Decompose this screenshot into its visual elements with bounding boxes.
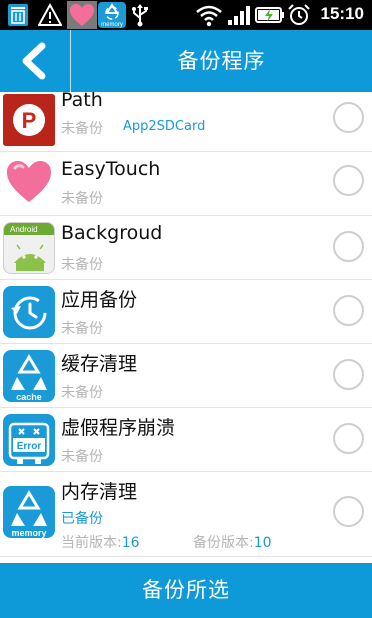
alarm-icon: [288, 4, 310, 25]
current-version-value: 16: [121, 535, 140, 551]
clock-time: 15:10: [320, 4, 364, 23]
app-name: 内存清理: [61, 481, 138, 503]
error-icon-label: Error: [17, 441, 42, 452]
list-item[interactable]: cache 缓存清理 未备份: [0, 344, 372, 408]
heart-icon: [3, 156, 55, 208]
select-radio[interactable]: [333, 231, 364, 262]
app-name: Backgroud: [61, 222, 163, 244]
history-clock-icon: [3, 286, 55, 338]
list-item[interactable]: Error 虚假程序崩溃 未备份: [0, 408, 372, 472]
backup-status: 未备份: [61, 385, 103, 401]
backup-version-value: 10: [253, 535, 272, 551]
list-item[interactable]: 应用备份 未备份: [0, 280, 372, 344]
android-icon-label: Android: [10, 225, 38, 234]
memory-icon-label: memory: [11, 528, 46, 538]
list-item[interactable]: memory 内存清理 已备份 当前版本:16 备份版本:10: [0, 472, 372, 557]
trash-icon: [8, 4, 28, 26]
app-name: Path: [61, 92, 103, 111]
page-title: 备份程序: [177, 49, 266, 73]
path-app-icon: P: [3, 94, 55, 146]
status-bar: memory 15:10: [0, 0, 372, 30]
cache-icon-label: cache: [16, 392, 42, 402]
wifi-icon: [196, 5, 222, 27]
signal-icon: [228, 6, 250, 25]
current-version-label: 当前版本:: [61, 535, 122, 551]
backup-status: 已备份: [61, 511, 103, 527]
backup-status: 未备份: [61, 191, 103, 207]
app-name: 虚假程序崩溃: [61, 417, 176, 439]
warning-icon: [38, 3, 62, 26]
recycle-cache-icon: cache: [3, 350, 55, 402]
current-version: 当前版本:16: [61, 532, 140, 552]
usb-icon: [132, 4, 148, 27]
backup-version-label: 备份版本:: [193, 535, 254, 551]
select-radio[interactable]: [333, 165, 364, 196]
backup-status: 未备份: [61, 321, 103, 337]
title-bar: 备份程序: [0, 30, 372, 92]
backup-version: 备份版本:10: [193, 532, 272, 552]
error-robot-icon: Error: [3, 414, 55, 466]
app-list[interactable]: P Path 未备份 App2SDCard EasyTouch 未备份 Andr…: [0, 92, 372, 562]
app-name: EasyTouch: [61, 158, 161, 180]
app-name: 缓存清理: [61, 353, 138, 375]
list-item[interactable]: Android Backgroud 未备份: [0, 216, 372, 280]
android-icon: Android: [3, 222, 55, 274]
app2sd-tag: App2SDCard: [123, 119, 206, 134]
backup-selected-button[interactable]: 备份所选: [0, 563, 372, 618]
path-icon-letter: P: [22, 108, 37, 133]
battery-charging-icon: [255, 7, 284, 23]
backup-status: 未备份: [61, 121, 103, 137]
list-item[interactable]: EasyTouch 未备份: [0, 152, 372, 216]
memory-label: memory: [101, 22, 123, 28]
backup-status: 未备份: [61, 257, 103, 273]
list-item[interactable]: P Path 未备份 App2SDCard: [0, 92, 372, 152]
select-radio[interactable]: [333, 295, 364, 326]
memory-recycle-icon: memory: [98, 2, 126, 28]
select-radio[interactable]: [333, 102, 364, 133]
select-radio[interactable]: [333, 496, 364, 527]
backup-status: 未备份: [61, 449, 103, 465]
app-name: 应用备份: [61, 289, 138, 311]
recycle-memory-icon: memory: [3, 486, 55, 538]
select-radio[interactable]: [333, 423, 364, 454]
chevron-left-icon: [22, 42, 46, 80]
back-button[interactable]: [0, 30, 70, 92]
heart-icon: [67, 1, 97, 29]
select-radio[interactable]: [333, 359, 364, 390]
